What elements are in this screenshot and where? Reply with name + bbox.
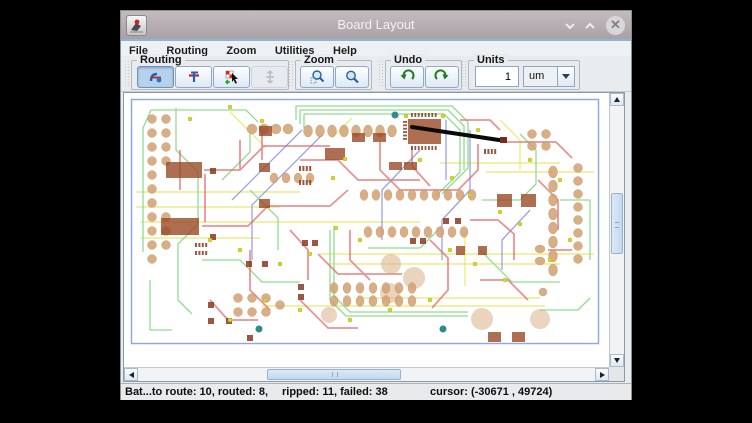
triangle-left-icon: [126, 372, 134, 378]
undo-group-label: Undo: [391, 54, 425, 66]
statusbar: Bat...to route: 10, routed: 8, ripped: 1…: [121, 383, 631, 400]
undo-button[interactable]: [390, 66, 424, 88]
zoom-region-icon: [309, 69, 325, 85]
scroll-right-button[interactable]: [595, 368, 609, 381]
toolbar-grip[interactable]: [124, 60, 130, 87]
undo-icon: [399, 69, 415, 85]
horizontal-scrollbar[interactable]: [124, 367, 609, 381]
units-group: Units um: [468, 60, 580, 90]
units-unit-select[interactable]: um: [523, 66, 575, 87]
move-button[interactable]: [251, 66, 288, 88]
unroute-icon: [186, 69, 202, 85]
pad-layer-tan: [148, 115, 583, 317]
zoom-out-button[interactable]: [335, 66, 369, 88]
scroll-up-button[interactable]: [610, 93, 624, 106]
triangle-up-icon: [614, 94, 620, 102]
close-button[interactable]: ✕: [606, 16, 625, 35]
minimize-button[interactable]: [563, 19, 579, 33]
units-group-label: Units: [474, 54, 508, 66]
units-value-input[interactable]: [475, 66, 519, 87]
toolbar: Routing: [121, 56, 631, 92]
redo-button[interactable]: [425, 66, 459, 88]
zoom-group-label: Zoom: [301, 54, 337, 66]
finish-route-button[interactable]: [213, 66, 250, 88]
horizontal-scroll-thumb[interactable]: [267, 369, 401, 380]
zoom-region-button[interactable]: [300, 66, 334, 88]
vertical-scrollbar[interactable]: [609, 93, 624, 367]
board-scrollpane: [123, 92, 625, 382]
zoom-group: Zoom: [295, 60, 372, 90]
units-unit-value: um: [524, 67, 557, 86]
status-route-counts: Bat...to route: 10, routed: 8,: [125, 386, 268, 398]
window-title: Board Layout: [121, 17, 631, 32]
status-ripped-failed: ripped: 11, failed: 38: [282, 386, 388, 398]
titlebar[interactable]: Board Layout ✕: [121, 11, 631, 41]
board-layout-window: Board Layout ✕ File Routing Zoom Utiliti…: [120, 10, 632, 400]
zoom-out-icon: [344, 69, 360, 85]
move-icon: [262, 69, 278, 85]
undo-group: Undo: [385, 60, 462, 90]
scroll-left-button[interactable]: [124, 368, 138, 381]
scrollbar-corner: [609, 367, 624, 381]
routing-group-label: Routing: [137, 54, 185, 66]
scroll-down-button[interactable]: [610, 354, 624, 367]
board-canvas[interactable]: [124, 93, 609, 367]
pcb-board-svg: [124, 93, 609, 367]
status-cursor-position: cursor: (-30671 , 49724): [430, 386, 552, 398]
vertical-scroll-thumb[interactable]: [611, 193, 623, 254]
menubar: File Routing Zoom Utilities Help: [121, 41, 631, 56]
toolbar-grip[interactable]: [378, 60, 384, 87]
route-button[interactable]: [137, 66, 174, 88]
route-icon: [148, 69, 164, 85]
redo-icon: [434, 69, 450, 85]
unroute-button[interactable]: [175, 66, 212, 88]
maximize-button[interactable]: [583, 19, 599, 33]
chevron-down-icon[interactable]: [557, 67, 574, 86]
airline-target-pad: [500, 137, 507, 143]
triangle-down-icon: [614, 358, 620, 366]
triangle-right-icon: [600, 372, 608, 378]
finish-route-icon: [224, 69, 240, 85]
routing-group: Routing: [131, 60, 289, 90]
